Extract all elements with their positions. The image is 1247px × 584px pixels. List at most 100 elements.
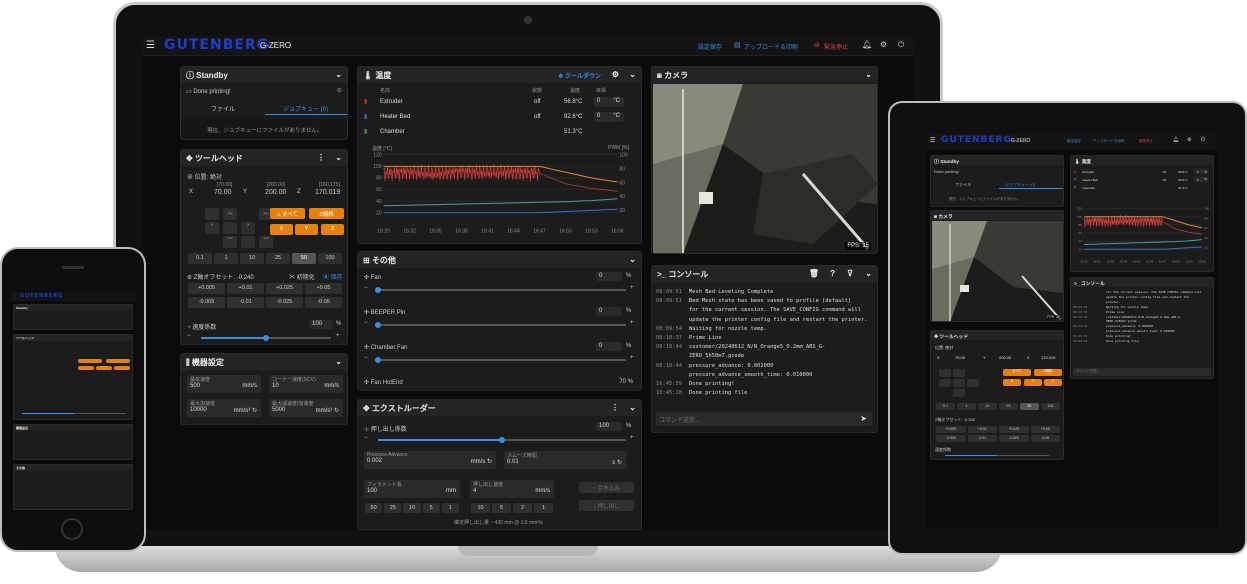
jog-y-minus[interactable]: ﹀	[223, 236, 237, 248]
upload-print-button[interactable]: アップロード＆印刷	[744, 42, 798, 51]
fan-slider[interactable]	[375, 287, 626, 293]
speed-plus[interactable]: +	[336, 333, 340, 339]
option-button[interactable]: 100	[1041, 403, 1060, 410]
option-button[interactable]: +0.01	[227, 283, 264, 294]
brand-logo[interactable]: GUTENBERG	[20, 293, 63, 299]
option-button[interactable]: +0.005	[188, 283, 225, 294]
fan-input[interactable]: 0	[596, 307, 622, 316]
home-x-button[interactable]: X	[270, 224, 293, 235]
flow-minus[interactable]: −	[364, 435, 368, 441]
menu-icon[interactable]: ☰	[930, 137, 935, 144]
jog-button[interactable]	[967, 379, 979, 387]
z-position[interactable]: 170.019	[315, 189, 340, 196]
home-x-button[interactable]	[78, 366, 94, 370]
scv-field[interactable]: コーナー速度(SCV) 10 mm/s	[269, 375, 343, 393]
fan-minus[interactable]: −	[364, 285, 368, 291]
option-button[interactable]: +0.05	[305, 283, 342, 294]
option-button[interactable]: 50	[292, 253, 316, 264]
z-tilt-button[interactable]: Z傾斜	[309, 208, 344, 219]
option-button[interactable]: 10	[978, 403, 997, 410]
option-button[interactable]: +0.025	[266, 283, 303, 294]
power-icon[interactable]: ⏻	[1201, 137, 1205, 143]
bell-icon[interactable]: 🔔︎	[862, 40, 872, 49]
jog-x-plus[interactable]: ›	[241, 222, 255, 234]
collapse-icon[interactable]: ⌄	[335, 70, 342, 79]
accel-field[interactable]: 最大加速度 10000 mm/s² ↻	[187, 399, 261, 417]
console-input[interactable]: コマンド送信...	[1073, 368, 1211, 376]
home-y-button[interactable]: Y	[1024, 379, 1042, 386]
option-button[interactable]: 0.1	[188, 253, 212, 264]
option-button[interactable]: +0.05	[1030, 426, 1060, 433]
pressure-advance-field[interactable]: Pressure Advance 0.002 mm/s ↻	[364, 451, 496, 469]
home-z-button[interactable]	[114, 366, 130, 370]
power-icon[interactable]: ⏻	[898, 40, 904, 50]
z-tilt-button[interactable]	[106, 359, 130, 363]
save-config-button[interactable]: 設定保存	[698, 42, 722, 51]
z-position[interactable]: 170.019	[1041, 355, 1055, 360]
fan-slider-knob[interactable]	[375, 322, 381, 328]
zoffset-save-button[interactable]: ▣ 保存	[323, 272, 343, 281]
brand-logo[interactable]: GUTENBERG	[941, 135, 1012, 145]
fan-plus[interactable]: +	[630, 355, 634, 361]
jog-button[interactable]	[953, 369, 965, 377]
home-x-button[interactable]: X	[1003, 379, 1021, 386]
option-button[interactable]: 10	[403, 503, 421, 513]
speed-slider[interactable]	[22, 413, 126, 414]
home-all-button[interactable]	[78, 359, 102, 363]
home-y-button[interactable]	[96, 366, 112, 370]
fan-slider[interactable]	[375, 322, 626, 328]
option-button[interactable]: -0.005	[936, 435, 966, 442]
home-all-button[interactable]: すべて	[1003, 369, 1031, 376]
option-button[interactable]: -0.05	[1030, 435, 1060, 442]
y-position[interactable]: 200.00	[999, 355, 1011, 360]
reset-icon[interactable]: ↻	[334, 408, 339, 414]
speed-minus[interactable]: −	[187, 333, 191, 339]
filter-icon[interactable]: ⊽	[847, 269, 853, 278]
option-button[interactable]: -0.025	[266, 297, 303, 308]
heater-target-input[interactable]: 0 °C	[1193, 176, 1210, 183]
bell-icon[interactable]: 🔔︎	[1173, 137, 1179, 143]
extrude-button[interactable]: ↓ 押し出し	[579, 500, 634, 511]
speed-factor-input[interactable]: 100	[309, 320, 333, 329]
settings-icon[interactable]: ⚙	[612, 70, 619, 79]
option-button[interactable]: 1	[441, 503, 459, 513]
option-button[interactable]: +0.01	[967, 426, 997, 433]
option-button[interactable]: 25	[384, 503, 402, 513]
collapse-icon[interactable]: ⌄	[865, 269, 872, 278]
tab-files[interactable]: ファイル	[955, 182, 971, 188]
home-all-button[interactable]: ⌂ すべて	[270, 208, 305, 219]
settings-icon[interactable]: ⚙	[880, 40, 887, 49]
home-z-button[interactable]: Z	[1044, 379, 1062, 386]
option-button[interactable]: -0.01	[227, 297, 264, 308]
option-button[interactable]: -0.025	[999, 435, 1029, 442]
option-button[interactable]: -0.005	[188, 297, 225, 308]
fan-plus[interactable]: +	[630, 285, 634, 291]
home-y-button[interactable]: Y	[295, 224, 318, 235]
tab-jobqueue[interactable]: ジョブキュー (0)	[283, 104, 328, 113]
option-button[interactable]: 10	[240, 253, 264, 264]
home-z-button[interactable]: Z	[321, 224, 344, 235]
jog-button[interactable]	[939, 379, 951, 387]
fan-input[interactable]: 0	[596, 342, 622, 351]
collapse-icon[interactable]: ⌄	[629, 255, 636, 264]
reset-icon[interactable]: ↻	[487, 459, 492, 465]
option-button[interactable]: 25	[999, 403, 1018, 410]
option-button[interactable]: 1	[534, 503, 553, 513]
x-position[interactable]: 70.00	[955, 355, 965, 360]
jog-home-xy[interactable]	[223, 222, 237, 234]
trash-icon[interactable]: 🗑︎	[809, 269, 819, 278]
jog-y-plus[interactable]: ︿	[223, 208, 237, 220]
option-button[interactable]: -0.01	[967, 435, 997, 442]
jog-ym-xm[interactable]	[205, 208, 219, 220]
reset-icon[interactable]: ↻	[252, 408, 257, 414]
option-button[interactable]: +0.025	[999, 426, 1029, 433]
x-position[interactable]: 70.00	[214, 189, 232, 196]
z-tilt-button[interactable]: Z傾斜	[1034, 369, 1062, 376]
speed-slider[interactable]	[201, 335, 331, 341]
menu-icon[interactable]: ☰	[146, 40, 155, 51]
help-icon[interactable]: ?	[830, 269, 835, 278]
collapse-icon[interactable]: ⌄	[335, 357, 342, 366]
collapse-icon[interactable]: ⌄	[865, 70, 872, 79]
collapse-icon[interactable]: ⌄	[629, 70, 636, 79]
collapse-icon[interactable]: ⌄	[335, 153, 342, 162]
